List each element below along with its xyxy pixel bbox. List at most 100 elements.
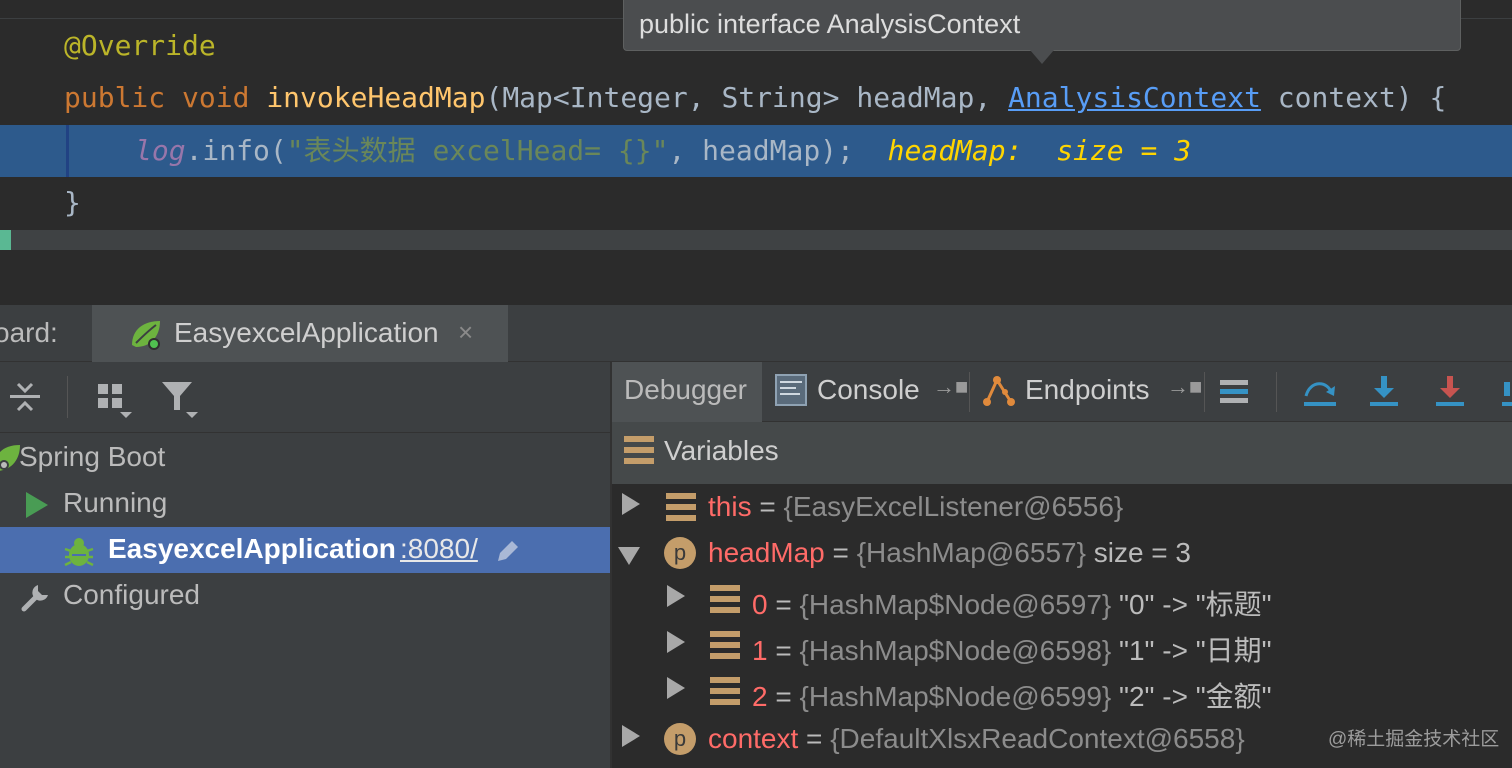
panel-gap [0,250,1512,305]
object-icon [710,631,740,659]
run-dashboard-tab-strip: oard: EasyexcelApplication × [0,305,1512,362]
step-over-icon[interactable] [1302,374,1338,408]
step-into-icon[interactable] [1368,374,1400,408]
watermark: @稀土掘金技术社区 [1328,729,1500,750]
variable-name: 2 [752,681,768,712]
show-execution-point-icon[interactable] [1218,376,1250,408]
method-params-end: context) { [1260,81,1447,114]
endpoints-icon [983,376,1015,406]
variable-name: context [708,723,799,754]
pin-tab-icon[interactable]: →■ [1167,374,1202,400]
info-call: .info( [185,134,287,167]
keyword-public: public [64,81,166,114]
tab-label: Console [817,374,920,405]
variable-ref: {HashMap$Node@6599} [799,681,1112,712]
execution-gutter-bar [66,125,69,177]
close-icon[interactable]: × [458,317,473,348]
tree-item-spring-boot[interactable]: Spring Boot [0,435,610,481]
tree-item-running[interactable]: Running [0,481,610,527]
variable-entry: 1 = {HashMap$Node@6598} "1" -> "日期" [752,629,1272,669]
parameter-icon: p [664,537,696,569]
tree-label: EasyexcelApplication [108,533,396,564]
variable-row-entry-2[interactable]: 2 = {HashMap$Node@6599} "2" -> "金额" [612,669,1512,715]
app-tab-label: EasyexcelApplication [174,317,439,348]
variable-row-headmap[interactable]: p headMap = {HashMap@6557} size = 3 [612,531,1512,577]
step-out-icon[interactable] [1498,374,1512,408]
object-icon [710,677,740,705]
variable-ref: {HashMap@6557} [856,537,1086,568]
log-field: log [135,134,186,167]
code-line-signature: public void invokeHeadMap(Map<Integer, S… [0,72,1512,124]
log-string: "表头数据 excelHead= {}" [286,134,669,167]
analysis-context-type-link[interactable]: AnalysisContext [1008,81,1261,114]
tab-debugger[interactable]: Debugger [612,362,762,422]
tree-item-configured[interactable]: Configured [0,573,610,619]
toolbar-separator [1276,372,1277,412]
console-icon [775,374,807,406]
services-toolbar [0,362,610,433]
group-by-icon[interactable] [96,382,134,420]
variable-equals: = [767,635,800,666]
method-params: (Map<Integer, String> headMap, [485,81,1009,114]
parameter-icon: p [664,723,696,755]
tooltip-text: public interface AnalysisContext [639,9,1021,39]
variable-row-entry-1[interactable]: 1 = {HashMap$Node@6598} "1" -> "日期" [612,623,1512,669]
inline-debug-value: headMap: size = 3 [887,134,1192,167]
tab-label: Endpoints [1025,374,1150,405]
variable-equals: = [767,681,800,712]
debugger-panel: Debugger Console →■ Endpoints →■ Variabl… [612,362,1512,768]
variable-entry: headMap = {HashMap@6557} size = 3 [708,537,1191,569]
variable-equals: = [767,589,800,620]
variable-entry: context = {DefaultXlsxReadContext@6558} [708,723,1245,755]
scrollbar-marker [0,230,11,250]
variable-equals: = [798,723,831,754]
debug-bug-icon [64,538,94,567]
variable-ref: {DefaultXlsxReadContext@6558} [830,723,1245,754]
closing-brace: } [64,186,81,219]
expand-arrow-icon[interactable] [667,585,685,607]
tab-console[interactable]: Console →■ [767,362,968,422]
code-line-execution-point: log.info("表头数据 excelHead= {}", headMap);… [0,125,1512,177]
variable-name: this [708,491,752,522]
annotation-text: @Override [64,29,216,62]
tab-easyexcel-application[interactable]: EasyexcelApplication × [92,305,508,362]
tab-endpoints[interactable]: Endpoints →■ [977,362,1202,422]
variable-ref: {EasyExcelListener@6556} [783,491,1124,522]
code-editor[interactable]: @Override public void invokeHeadMap(Map<… [0,0,1512,230]
expand-arrow-icon[interactable] [667,677,685,699]
spring-boot-app-icon [132,321,160,350]
call-rest: , headMap); [668,134,854,167]
tooltip-pointer [1030,50,1054,64]
variable-ref: {HashMap$Node@6598} [799,635,1112,666]
edit-pencil-icon[interactable] [494,537,522,565]
variable-entry: 2 = {HashMap$Node@6599} "2" -> "金额" [752,675,1272,715]
tree-label: Configured [63,579,200,610]
debugger-toolbar: Debugger Console →■ Endpoints →■ [612,362,1512,422]
variable-row-this[interactable]: this = {EasyExcelListener@6556} [612,485,1512,531]
collapse-arrow-icon[interactable] [618,547,640,565]
variable-extra: "1" -> "日期" [1111,635,1272,666]
variable-equals: = [824,537,857,568]
toolbar-separator [1204,372,1205,412]
code-line-closing: } [0,177,1512,229]
dashboard-label: oard: [0,317,58,348]
pin-tab-icon[interactable]: →■ [933,374,968,400]
tree-item-easyexcel-application[interactable]: EasyexcelApplication :8080/ [0,527,610,573]
variables-header: Variables [612,422,1512,484]
filter-icon[interactable] [160,380,200,420]
variable-entry: this = {EasyExcelListener@6556} [708,491,1123,523]
wrench-icon [21,585,48,612]
collapse-all-icon[interactable] [8,380,42,414]
expand-arrow-icon[interactable] [667,631,685,653]
app-port-link[interactable]: :8080/ [400,533,478,565]
expand-arrow-icon[interactable] [622,725,640,747]
tree-label: Running [63,487,168,518]
run-icon [26,492,48,518]
horizontal-scrollbar[interactable] [0,230,1512,250]
force-step-into-icon[interactable] [1434,374,1466,408]
object-icon [666,493,696,521]
expand-arrow-icon[interactable] [622,493,640,515]
variables-icon [624,436,654,464]
variable-entry: 0 = {HashMap$Node@6597} "0" -> "标题" [752,583,1272,623]
variable-row-entry-0[interactable]: 0 = {HashMap$Node@6597} "0" -> "标题" [612,577,1512,623]
